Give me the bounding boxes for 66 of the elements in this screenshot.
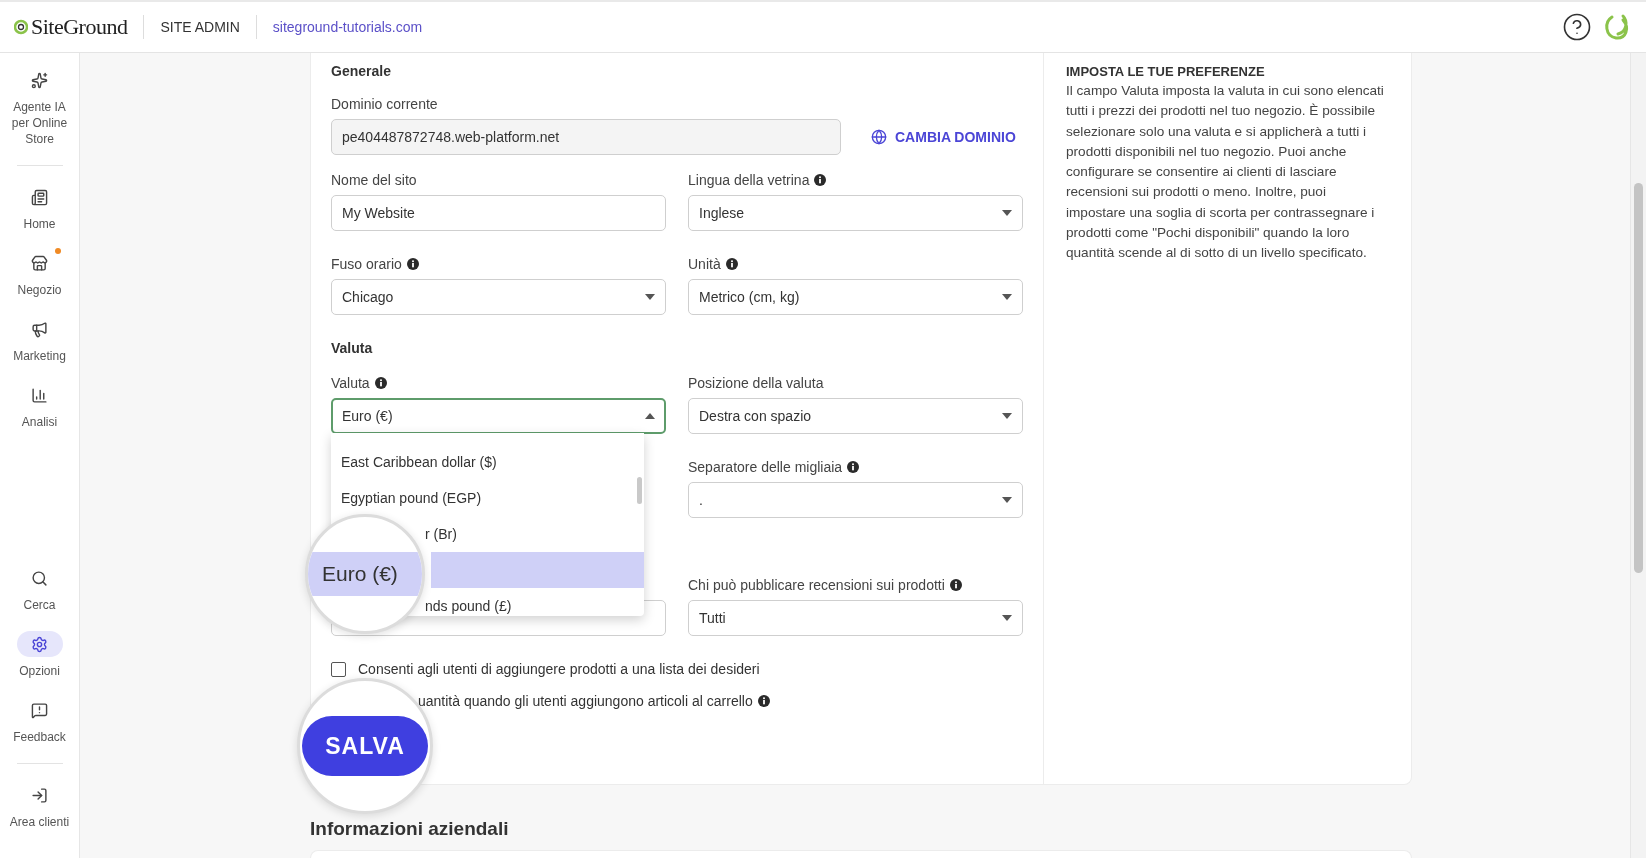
dropdown-option[interactable]: nds pound (£) (425, 588, 644, 616)
sidebar-item[interactable]: Opzioni (0, 631, 80, 679)
magnified-option: Euro (€) (308, 552, 422, 596)
megaphone-icon (31, 320, 48, 338)
caret-icon (645, 413, 655, 419)
field-label: Valuta (331, 374, 387, 392)
caret-icon (645, 294, 655, 300)
field-label: Posizione della valuta (688, 374, 824, 392)
newspaper-icon (31, 188, 48, 206)
sidebar-item[interactable]: Negozio (0, 250, 80, 298)
field-label: Dominio corrente (331, 95, 438, 113)
select-field[interactable]: Inglese (688, 195, 1023, 231)
field-label: Unità (688, 255, 738, 273)
sidebar-item[interactable]: Agente IA per Online Store (0, 67, 80, 147)
help-icon[interactable] (1562, 12, 1592, 42)
site-link[interactable]: siteground-tutorials.com (272, 19, 423, 35)
checkbox-option[interactable]: Consenti agli utenti di aggiungere prodotti a una lista dei desideri (331, 661, 1023, 677)
sign-in-icon (31, 786, 48, 804)
caret-icon (1002, 615, 1012, 621)
select-field[interactable]: Destra con spazio (688, 398, 1023, 434)
sidebar-item[interactable]: Area clienti (0, 782, 80, 830)
panel-title: IMPOSTA LE TUE PREFERENZE (1066, 63, 1266, 81)
select-field[interactable]: . (688, 482, 1023, 518)
select-field[interactable]: Euro (€) (331, 398, 666, 434)
dropdown-option[interactable]: r (Br) (425, 516, 644, 552)
sparkle-icon (31, 71, 48, 89)
section-heading: Generale (331, 62, 392, 81)
scrollbar[interactable] (1630, 53, 1646, 858)
logo-icon (14, 19, 28, 35)
settings-icon (31, 635, 48, 653)
section-heading: Informazioni aziendali (310, 818, 509, 840)
select-field[interactable]: Metrico (cm, kg) (688, 279, 1023, 315)
message-alert-icon (31, 701, 48, 719)
sidebar-item[interactable]: Home (0, 184, 80, 232)
caret-icon (1002, 294, 1012, 300)
select-field[interactable]: Tutti (688, 600, 1023, 636)
field-label: Nome del sito (331, 171, 417, 189)
checkbox-label: uantità quando gli utenti aggiungono articoli al carrello (418, 693, 753, 709)
field-label: Lingua della vetrina (688, 171, 827, 189)
dropdown-option[interactable]: Egyptian pound (EGP) (331, 480, 644, 516)
field-label: Fuso orario (331, 255, 419, 273)
sidebar-item[interactable]: Feedback (0, 697, 80, 745)
section-title: SITE ADMIN (160, 19, 240, 35)
caret-icon (1002, 413, 1012, 419)
bar-chart-icon (31, 386, 48, 404)
checkbox[interactable] (331, 661, 346, 677)
sidebar-item[interactable]: Analisi (0, 382, 80, 430)
section-heading: Valuta (331, 339, 374, 358)
field-label: Separatore delle migliaia (688, 458, 860, 476)
sidebar-item[interactable]: Marketing (0, 316, 80, 364)
logo-text: SiteGround (31, 14, 128, 40)
store-icon (31, 254, 48, 272)
sidebar-item[interactable]: Cerca (0, 565, 80, 613)
domain-field: pe404487872748.web-platform.net (331, 119, 841, 155)
dropdown-option[interactable]: East Caribbean dollar ($) (331, 444, 644, 480)
field-label: Chi può pubblicare recensioni sui prodotti (688, 576, 962, 594)
scrollbar-thumb[interactable] (637, 477, 642, 504)
select-field[interactable]: Chicago (331, 279, 666, 315)
search-icon (31, 569, 48, 587)
input-field[interactable]: My Website (331, 195, 666, 231)
panel-text: Il campo Valuta imposta la valuta in cui sono elencati tutti i prezzi dei prodotti nel tuo negozio. È possibile selezionare solo una valuta e si applicherà a tutti i prodotti disponibili nel tuo negozio. Puoi anche configurare se consentire ai clienti di lasciare recensioni sui prodotti o meno. Inoltre, puoi impostare una soglia di scorta per contrassegnare i prodotti come "Pochi disponibili" quando la loro quantità scende al di sotto di un livello specificato. (1066, 82, 1385, 263)
save-button[interactable]: SALVA (302, 716, 428, 776)
caret-icon (1002, 497, 1012, 503)
change-domain-link[interactable]: CAMBIA DOMINIO (871, 129, 1016, 145)
globe-icon (871, 129, 887, 145)
caret-icon (1002, 210, 1012, 216)
